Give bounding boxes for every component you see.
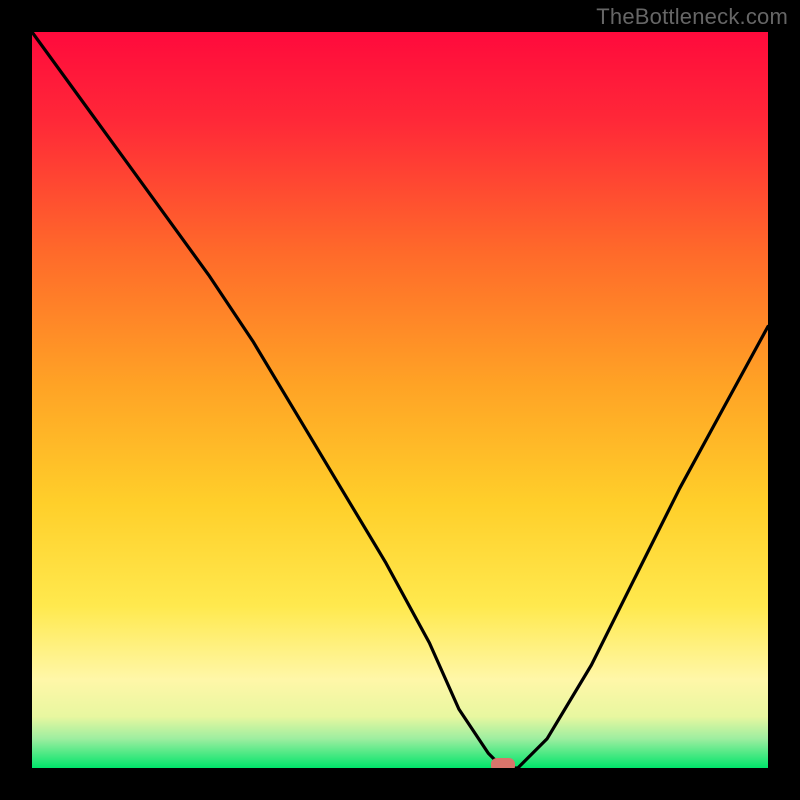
gradient-background <box>32 32 768 768</box>
watermark-text: TheBottleneck.com <box>596 4 788 30</box>
chart-svg <box>32 32 768 768</box>
chart-frame: TheBottleneck.com <box>0 0 800 800</box>
plot-area <box>32 32 768 768</box>
optimum-marker <box>491 758 515 768</box>
